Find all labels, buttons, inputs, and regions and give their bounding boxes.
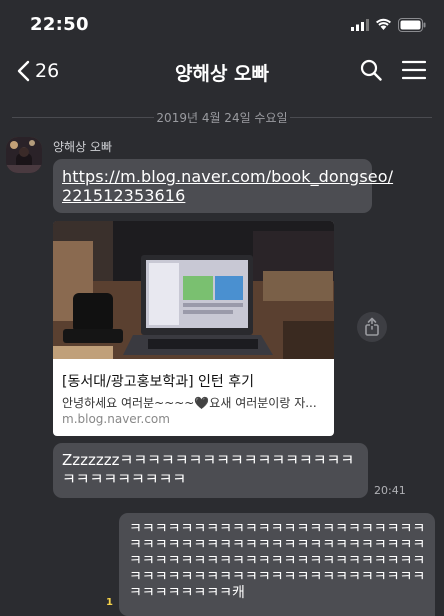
avatar[interactable] xyxy=(6,137,42,173)
cellular-signal-icon xyxy=(351,19,369,31)
share-icon xyxy=(365,317,379,336)
link-message-bubble[interactable]: https://m.blog.naver.com/book_dongseo/ 2… xyxy=(53,159,393,213)
message-bubble[interactable]: Zzzzzzzㅋㅋㅋㅋㅋㅋㅋㅋㅋㅋㅋㅋㅋㅋㅋㅋㅋㅋㅋㅋㅋㅋㅋㅋㅋㅋ xyxy=(53,443,368,498)
battery-icon xyxy=(398,18,426,32)
status-bar: 22:50 xyxy=(0,0,444,50)
divider-line xyxy=(290,117,432,118)
sender-name: 양해상 오빠 xyxy=(53,140,113,154)
link-preview-description: 안녕하세요 여러분~~~~🖤요새 여러분이랑 자... xyxy=(62,396,317,410)
status-time: 22:50 xyxy=(30,14,89,35)
date-divider: 2019년 4월 24일 수요일 xyxy=(0,106,444,128)
link-preview-image xyxy=(53,221,334,359)
link-preview-title[interactable]: [동서대/광고홍보학과] 인턴 후기 xyxy=(62,371,327,391)
message-link-line2[interactable]: 221512353616 xyxy=(62,186,364,205)
wifi-icon xyxy=(376,18,391,30)
hamburger-menu-icon[interactable] xyxy=(402,60,426,80)
link-preview-card[interactable]: [동서대/광고홍보학과] 인턴 후기 안녕하세요 여러분~~~~🖤요새 여러분이… xyxy=(53,221,334,436)
unread-count: 1 xyxy=(106,597,113,608)
message-link-line1[interactable]: https://m.blog.naver.com/book_dongseo/ xyxy=(62,167,393,186)
share-button[interactable] xyxy=(357,312,387,342)
search-icon[interactable] xyxy=(360,59,382,81)
chat-header: 26 양해상 오빠 xyxy=(0,50,444,94)
my-message-bubble[interactable]: ㅋㅋㅋㅋㅋㅋㅋㅋㅋㅋㅋㅋㅋㅋㅋㅋㅋㅋㅋㅋㅋㅋㅋㅋㅋㅋㅋㅋㅋㅋㅋㅋㅋㅋㅋㅋㅋㅋㅋㅋ… xyxy=(119,513,435,616)
link-preview-domain: m.blog.naver.com xyxy=(62,412,170,426)
message-timestamp: 20:41 xyxy=(374,484,406,497)
